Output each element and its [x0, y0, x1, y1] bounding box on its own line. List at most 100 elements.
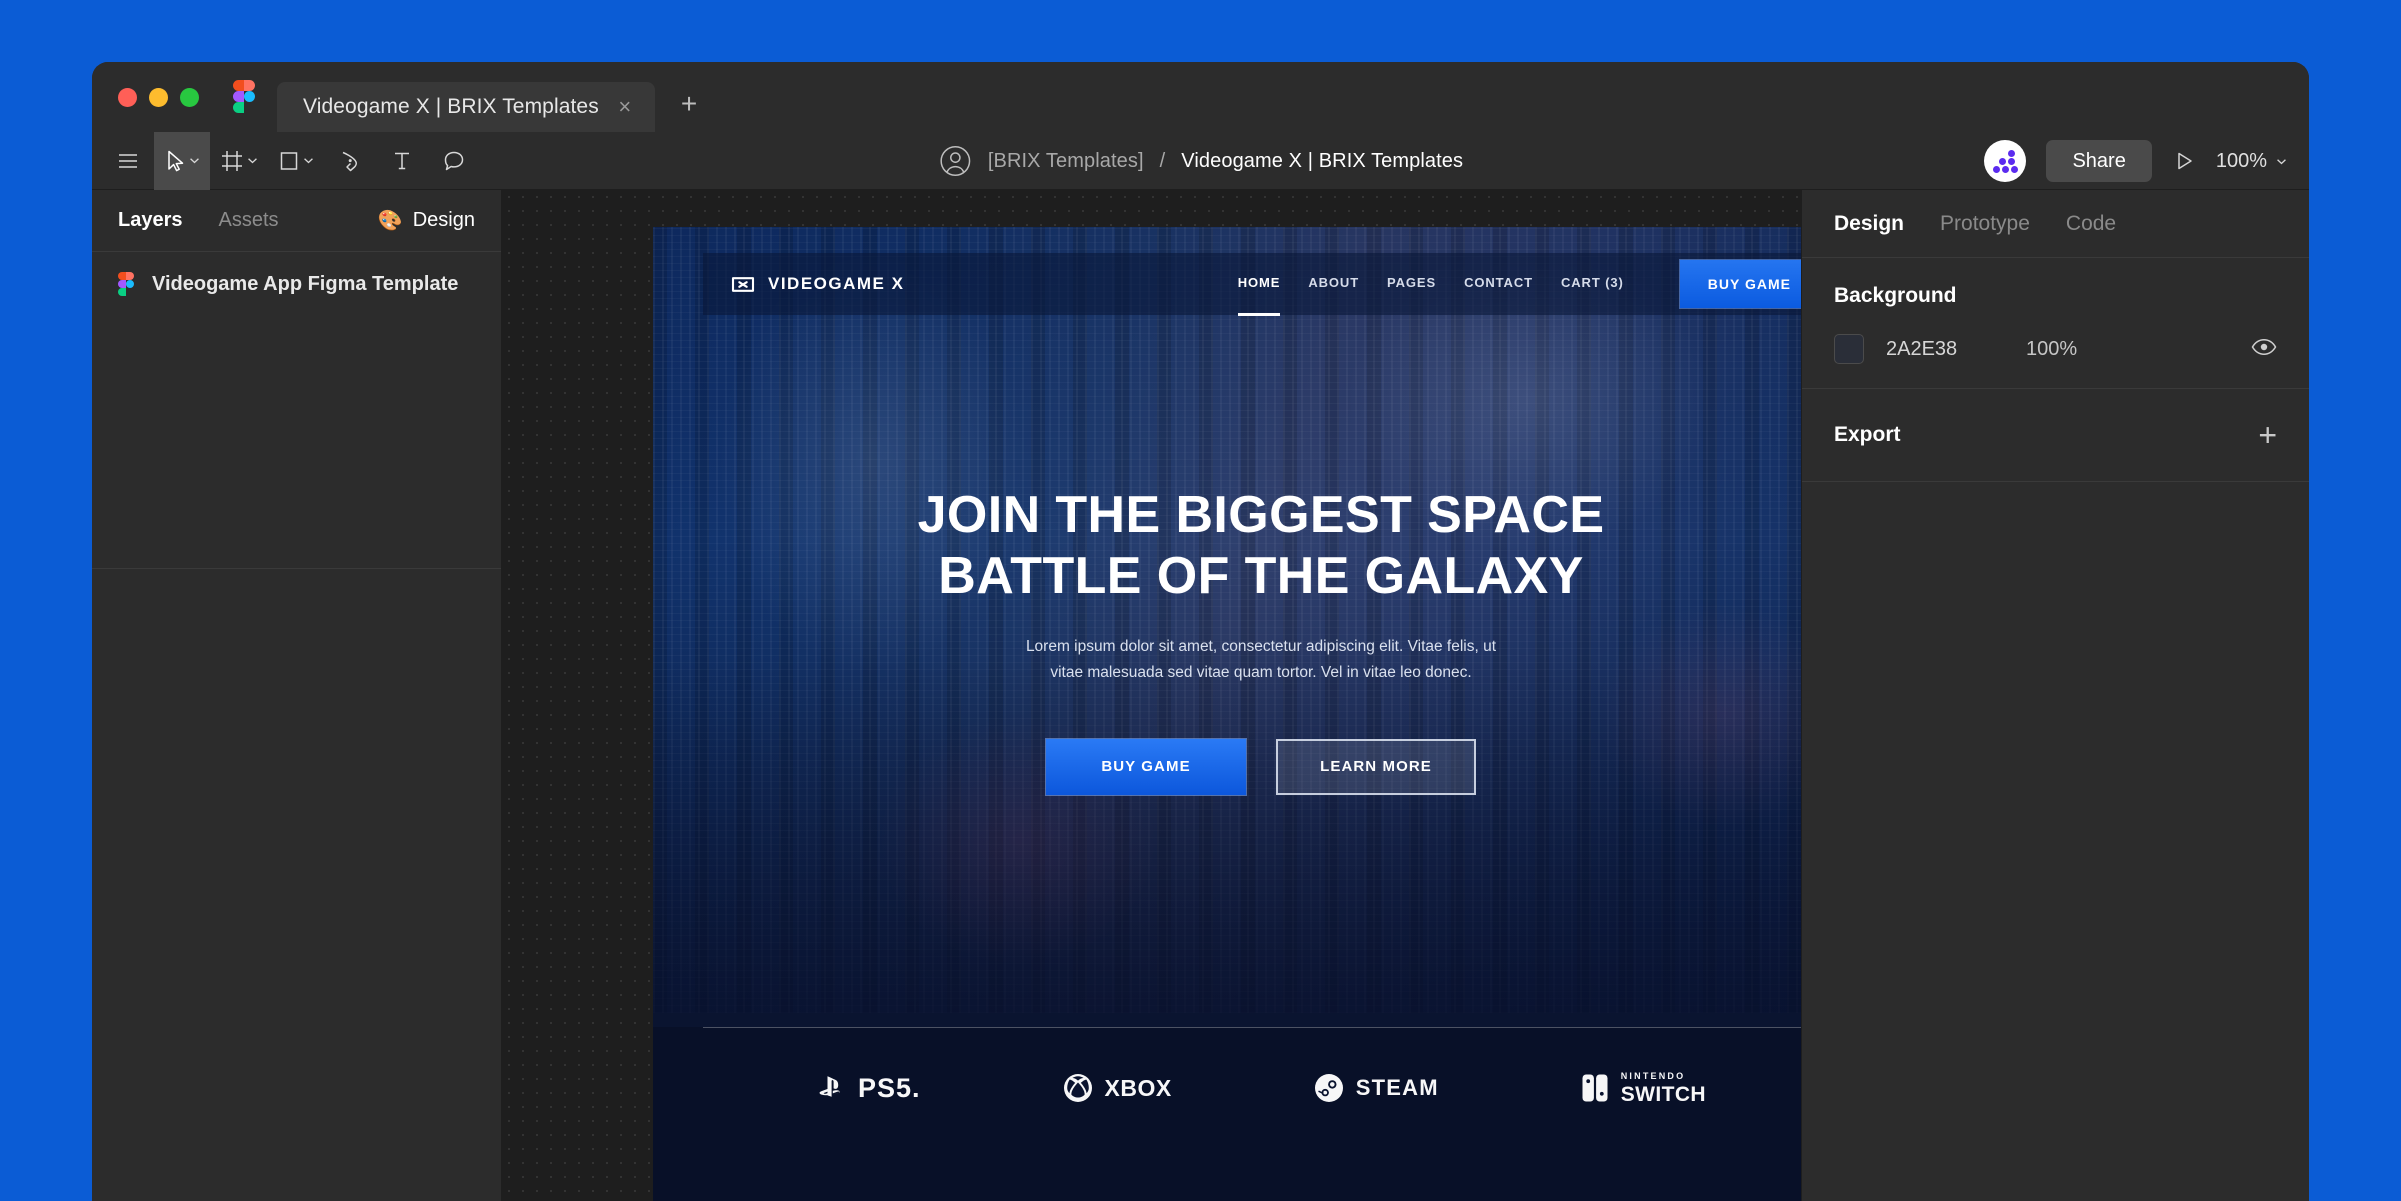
section-heading: Export — [1834, 423, 1901, 446]
site-nav-links: HOME ABOUT PAGES CONTACT CART (3) BUY GA… — [1237, 260, 1801, 316]
opacity-input[interactable]: 100% — [2026, 338, 2077, 361]
platform-name-bottom: SWITCH — [1620, 1082, 1706, 1106]
left-sidebar: Layers Assets 🎨 Design Videogame App Fig… — [92, 190, 502, 1201]
hero-section: VIDEOGAME X HOME ABOUT PAGES CONTACT CAR… — [653, 227, 1801, 1013]
browser-tab[interactable]: Videogame X | BRIX Templates × — [277, 82, 655, 132]
breadcrumb-file[interactable]: Videogame X | BRIX Templates — [1181, 150, 1463, 173]
minimize-window-icon[interactable] — [149, 87, 168, 107]
hero-cta-group: BUY GAME LEARN MORE — [1046, 738, 1476, 795]
hero-heading-line1: JOIN THE BIGGEST SPACE — [917, 486, 1605, 545]
platforms-section: PS5. XBOX STEAM NINTENDO SWITCH — [653, 1027, 1801, 1201]
toolbar-right-controls: Share 100% — [1984, 132, 2287, 190]
user-circle-icon[interactable] — [938, 144, 972, 178]
nav-link-home[interactable]: HOME — [1237, 275, 1281, 316]
platform-xbox: XBOX — [1063, 1073, 1172, 1103]
menu-icon[interactable] — [102, 132, 154, 190]
platform-logo-list: PS5. XBOX STEAM NINTENDO SWITCH — [703, 1028, 1801, 1148]
tab-code[interactable]: Code — [2066, 212, 2116, 236]
play-icon[interactable] — [2172, 149, 2196, 173]
hero-heading: JOIN THE BIGGEST SPACE BATTLE OF THE GAL… — [918, 485, 1605, 606]
platform-steam: STEAM — [1314, 1073, 1439, 1103]
platform-name: XBOX — [1104, 1074, 1172, 1101]
background-section: Background 2A2E38 100% — [1802, 258, 2309, 389]
platform-name-top: NINTENDO — [1620, 1070, 1686, 1081]
hero-learn-more-button[interactable]: LEARN MORE — [1276, 738, 1476, 795]
breadcrumb: [BRIX Templates] / Videogame X | BRIX Te… — [938, 132, 1463, 190]
platform-nintendo-switch: NINTENDO SWITCH — [1581, 1070, 1706, 1106]
playstation-icon — [819, 1076, 841, 1097]
chevron-down-icon — [190, 158, 199, 164]
new-tab-icon[interactable]: + — [681, 90, 697, 118]
tab-title: Videogame X | BRIX Templates — [303, 95, 599, 118]
eye-icon[interactable] — [2251, 338, 2277, 361]
nav-link-pages[interactable]: PAGES — [1387, 275, 1436, 294]
text-tool-icon[interactable] — [376, 132, 428, 190]
right-sidebar-tabs: Design Prototype Code — [1802, 190, 2309, 258]
close-icon[interactable]: × — [613, 96, 637, 118]
figma-application-window: Videogame X | BRIX Templates × + [BRIX T… — [92, 62, 2309, 1201]
design-canvas[interactable]: VIDEOGAME X HOME ABOUT PAGES CONTACT CAR… — [502, 190, 1801, 1201]
close-window-icon[interactable] — [118, 87, 137, 107]
shape-tool-icon[interactable] — [268, 132, 324, 190]
tab-layers[interactable]: Layers — [118, 209, 183, 232]
nintendo-switch-icon — [1582, 1074, 1608, 1102]
tab-assets[interactable]: Assets — [219, 209, 279, 232]
site-logo-text: VIDEOGAME X — [768, 274, 905, 293]
app-body: Layers Assets 🎨 Design Videogame App Fig… — [92, 190, 2309, 1201]
traffic-light-controls — [92, 62, 215, 132]
left-sidebar-tabs: Layers Assets 🎨 Design — [92, 190, 501, 252]
move-tool-icon[interactable] — [154, 131, 210, 190]
list-item[interactable]: Videogame App Figma Template — [92, 252, 501, 316]
collaborator-avatar[interactable] — [1984, 140, 2027, 182]
website-frame[interactable]: VIDEOGAME X HOME ABOUT PAGES CONTACT CAR… — [653, 227, 1801, 1201]
pen-tool-icon[interactable] — [324, 132, 376, 190]
nav-link-about[interactable]: ABOUT — [1308, 275, 1359, 294]
xbox-icon — [1063, 1074, 1092, 1102]
platform-name: PS5. — [858, 1072, 921, 1103]
main-toolbar: [BRIX Templates] / Videogame X | BRIX Te… — [92, 131, 2309, 190]
figma-logo-icon — [233, 80, 255, 113]
platform-playstation: PS5. — [816, 1073, 921, 1104]
comment-tool-icon[interactable] — [428, 132, 480, 190]
tab-design[interactable]: Design — [1834, 212, 1904, 236]
nav-link-cart[interactable]: CART (3) — [1561, 275, 1624, 294]
right-sidebar: Design Prototype Code Background 2A2E38 … — [1801, 190, 2309, 1201]
nav-buy-game-button[interactable]: BUY GAME — [1679, 260, 1801, 308]
nav-link-contact[interactable]: CONTACT — [1464, 275, 1533, 294]
platform-name: NINTENDO SWITCH — [1620, 1070, 1706, 1106]
figma-file-icon — [118, 272, 134, 296]
frame-tool-icon[interactable] — [210, 132, 268, 190]
export-section: Export + — [1802, 389, 2309, 482]
layer-name: Videogame App Figma Template — [152, 272, 459, 295]
hero-content: JOIN THE BIGGEST SPACE BATTLE OF THE GAL… — [653, 227, 1801, 1013]
add-export-icon[interactable]: + — [2258, 419, 2277, 451]
steam-icon — [1314, 1074, 1343, 1102]
design-toggle-button[interactable]: 🎨 Design — [378, 208, 475, 233]
chevron-down-icon — [2277, 158, 2286, 164]
breadcrumb-project[interactable]: [BRIX Templates] — [988, 150, 1144, 173]
hero-paragraph: Lorem ipsum dolor sit amet, consectetur … — [1025, 637, 1497, 682]
left-sidebar-empty-area — [92, 568, 501, 1201]
tab-prototype[interactable]: Prototype — [1940, 212, 2030, 236]
background-color-row: 2A2E38 100% — [1834, 334, 2277, 364]
color-swatch[interactable] — [1834, 334, 1864, 364]
chevron-down-icon — [248, 158, 257, 164]
section-heading: Background — [1834, 284, 1957, 307]
design-toggle-label: Design — [412, 209, 475, 231]
maximize-window-icon[interactable] — [180, 87, 199, 107]
window-titlebar: Videogame X | BRIX Templates × + — [92, 62, 2309, 132]
hero-buy-game-button[interactable]: BUY GAME — [1046, 738, 1246, 795]
videogame-x-logo-icon — [731, 276, 755, 292]
chevron-down-icon — [304, 158, 313, 164]
site-navbar: VIDEOGAME X HOME ABOUT PAGES CONTACT CAR… — [703, 253, 1801, 316]
color-hex-input[interactable]: 2A2E38 — [1886, 338, 2026, 361]
palette-icon: 🎨 — [377, 210, 403, 232]
hero-heading-line2: BATTLE OF THE GALAXY — [938, 546, 1584, 605]
breadcrumb-separator: / — [1159, 149, 1166, 172]
platform-name: STEAM — [1355, 1075, 1439, 1100]
zoom-control[interactable]: 100% — [2216, 150, 2287, 173]
site-logo[interactable]: VIDEOGAME X — [731, 274, 904, 294]
share-button-label: Share — [2072, 149, 2126, 172]
zoom-level-label: 100% — [2215, 149, 2267, 172]
share-button[interactable]: Share — [2046, 140, 2152, 182]
